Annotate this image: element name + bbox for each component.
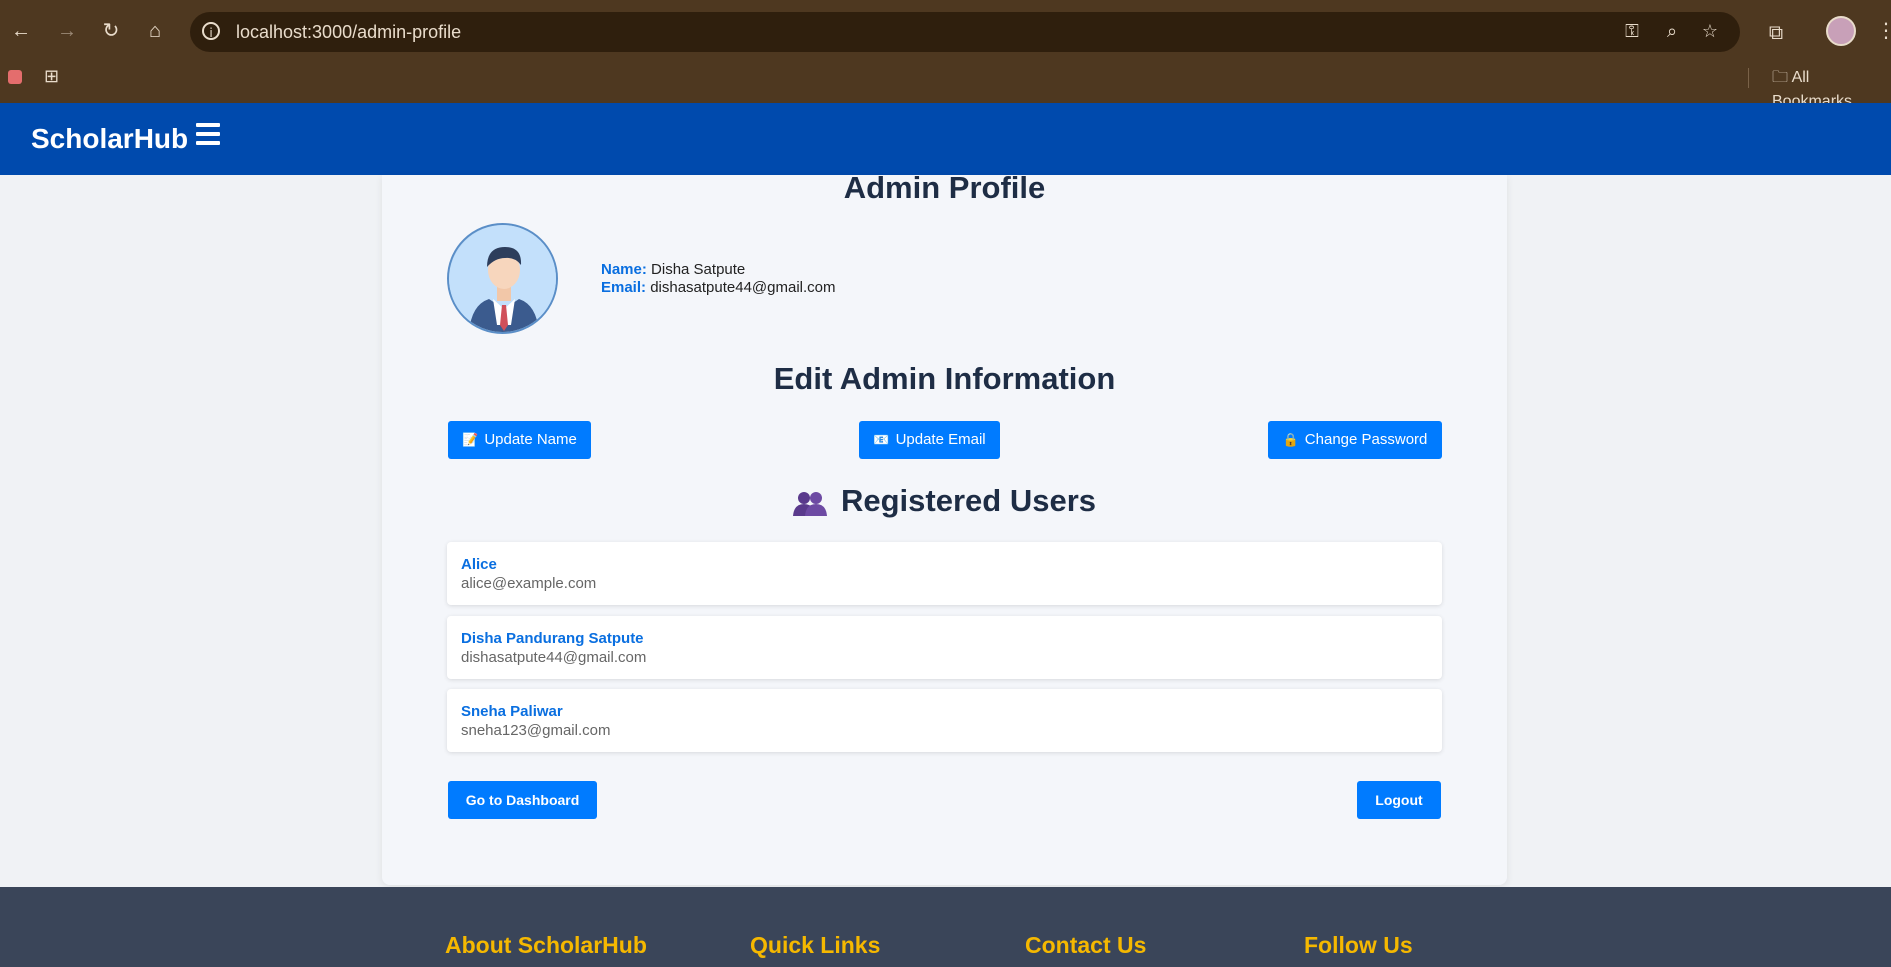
star-icon[interactable]: ☆ <box>1698 20 1722 44</box>
user-list-item[interactable]: Disha Pandurang Satpute dishasatpute44@g… <box>447 616 1442 679</box>
site-info-icon[interactable]: i <box>202 22 220 40</box>
back-icon[interactable]: ← <box>6 16 36 46</box>
admin-info: Name: Disha Satpute Email: dishasatpute4… <box>601 261 836 297</box>
extensions-icon[interactable]: ⧉ <box>1762 18 1790 46</box>
home-icon[interactable]: ⌂ <box>140 16 170 46</box>
email-label: Email: <box>601 279 647 296</box>
registered-users-title: Registered Users <box>840 483 1096 518</box>
update-name-label: Update Name <box>484 431 577 448</box>
apps-grid-icon[interactable]: ⊞ <box>44 66 59 87</box>
user-list-item[interactable]: Alice alice@example.com <box>447 542 1442 605</box>
change-password-label: Change Password <box>1304 431 1428 448</box>
name-value: Disha Satpute <box>651 261 746 278</box>
edit-section-title: Edit Admin Information <box>773 361 1116 396</box>
footer-about-heading: About ScholarHub <box>445 932 647 958</box>
logout-button[interactable]: Logout <box>1357 781 1441 819</box>
footer-quick-links-heading: Quick Links <box>750 932 881 958</box>
browser-chrome: ← → ↻ ⌂ i localhost:3000/admin-profile ⚿… <box>0 0 1891 110</box>
bookmarks-divider <box>1748 68 1749 88</box>
user-name: Sneha Paliwar <box>461 703 563 720</box>
registered-users-heading: Registered Users <box>382 483 1507 519</box>
reload-icon[interactable]: ↻ <box>96 16 126 46</box>
admin-avatar <box>447 223 558 334</box>
go-to-dashboard-button[interactable]: Go to Dashboard <box>448 781 597 819</box>
forward-icon[interactable]: → <box>52 16 82 46</box>
user-list-item[interactable]: Sneha Paliwar sneha123@gmail.com <box>447 689 1442 752</box>
update-email-button[interactable]: 📧 Update Email <box>859 421 1000 459</box>
admin-name-row: Name: Disha Satpute <box>601 261 836 279</box>
folder-icon: 🗀 <box>1772 67 1789 86</box>
bookmark-favicon-icon[interactable] <box>8 70 22 84</box>
profile-avatar-icon[interactable] <box>1826 16 1856 46</box>
businessman-icon <box>449 225 556 332</box>
memo-icon: 📝 <box>462 433 479 448</box>
admin-profile-card: Admin Profile Name: Disha Satpute Email:… <box>382 170 1507 885</box>
user-email: alice@example.com <box>461 575 597 592</box>
email-value: dishasatpute44@gmail.com <box>650 279 836 296</box>
email-icon: 📧 <box>873 433 890 448</box>
lock-icon: 🔒 <box>1282 433 1299 448</box>
name-label: Name: <box>601 261 647 278</box>
admin-email-row: Email: dishasatpute44@gmail.com <box>601 279 836 297</box>
menu-kebab-icon[interactable]: ⋮ <box>1876 18 1891 42</box>
update-name-button[interactable]: 📝 Update Name <box>448 421 591 459</box>
hamburger-menu-icon[interactable] <box>196 123 220 147</box>
site-footer: About ScholarHub Quick Links Contact Us … <box>0 887 1891 967</box>
footer-follow-heading: Follow Us <box>1304 932 1413 958</box>
page-title: Admin Profile <box>843 170 1046 205</box>
footer-contact-heading: Contact Us <box>1025 932 1147 958</box>
users-icon <box>792 491 827 516</box>
change-password-button[interactable]: 🔒 Change Password <box>1268 421 1442 459</box>
browser-toolbar: ← → ↻ ⌂ i localhost:3000/admin-profile ⚿… <box>0 0 1891 62</box>
user-email: sneha123@gmail.com <box>461 722 611 739</box>
address-bar[interactable]: i localhost:3000/admin-profile ⚿ ⌕ ☆ <box>190 12 1740 52</box>
update-email-label: Update Email <box>895 431 986 448</box>
user-email: dishasatpute44@gmail.com <box>461 649 647 666</box>
zoom-icon[interactable]: ⌕ <box>1660 20 1684 44</box>
url-text: localhost:3000/admin-profile <box>236 22 462 42</box>
brand-logo[interactable]: ScholarHub <box>31 123 188 155</box>
bookmarks-bar <box>0 62 1891 103</box>
app-header: ScholarHub <box>0 103 1891 175</box>
key-icon[interactable]: ⚿ <box>1620 20 1644 44</box>
user-name: Alice <box>461 556 497 573</box>
user-name: Disha Pandurang Satpute <box>461 630 644 647</box>
